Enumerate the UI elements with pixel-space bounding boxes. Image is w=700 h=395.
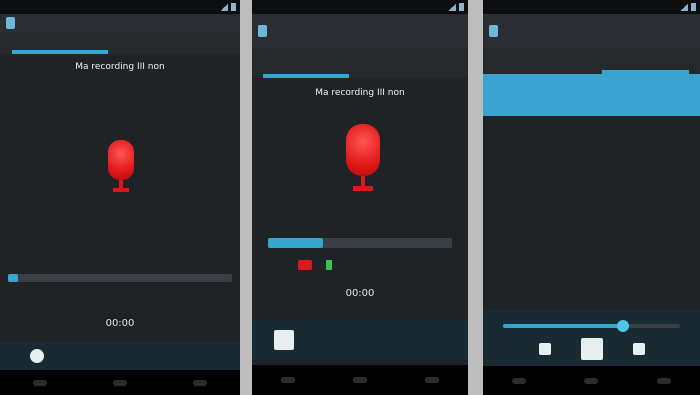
battery-icon xyxy=(231,3,236,11)
signal-icon xyxy=(220,3,228,11)
seek-knob[interactable] xyxy=(617,320,630,332)
tab-record[interactable] xyxy=(252,48,360,78)
level-meter-fill xyxy=(8,274,18,282)
status-bar xyxy=(0,0,240,14)
back-key-icon[interactable] xyxy=(33,379,47,386)
recording-progress-fill xyxy=(268,238,324,248)
status-indicators xyxy=(298,260,332,270)
tab-record[interactable] xyxy=(0,32,120,54)
action-bar xyxy=(483,14,700,48)
nav-bar xyxy=(252,365,468,395)
record-button[interactable] xyxy=(274,330,299,350)
recordings-list-screen xyxy=(483,0,700,395)
microphone-icon xyxy=(346,124,380,196)
microphone-icon xyxy=(108,140,134,196)
tab-bar xyxy=(0,32,240,54)
recorder-screen-2: Ma recording III non 00:00 xyxy=(252,0,468,395)
status-bar xyxy=(252,0,468,14)
back-key-icon[interactable] xyxy=(512,377,527,384)
player-controls xyxy=(483,338,700,360)
previous-icon[interactable] xyxy=(538,343,551,355)
next-icon[interactable] xyxy=(632,343,645,355)
list-item[interactable] xyxy=(483,74,700,116)
tab-list[interactable] xyxy=(360,48,468,78)
level-meter xyxy=(8,274,232,282)
tab-list[interactable] xyxy=(592,48,700,74)
record-icon xyxy=(30,349,44,363)
action-bar xyxy=(252,14,468,48)
bottom-action-bar xyxy=(252,320,468,360)
status-bar xyxy=(483,0,700,14)
player-panel xyxy=(483,310,700,366)
seek-bar-fill xyxy=(503,324,624,328)
signal-icon xyxy=(680,3,688,11)
recents-key-icon[interactable] xyxy=(425,377,439,383)
record-indicator-icon xyxy=(298,260,312,270)
app-icon xyxy=(258,25,267,37)
play-pause-icon[interactable] xyxy=(580,338,603,360)
action-bar xyxy=(0,14,240,32)
recording-progress-bar xyxy=(268,238,452,248)
signal-icon xyxy=(448,3,456,11)
tab-record[interactable] xyxy=(483,48,592,74)
bottom-action-bar xyxy=(0,342,240,370)
record-icon xyxy=(274,330,294,350)
recents-key-icon[interactable] xyxy=(656,377,671,384)
list-item[interactable] xyxy=(483,120,700,158)
back-key-icon[interactable] xyxy=(281,377,295,383)
app-icon xyxy=(489,25,498,37)
app-icon xyxy=(6,17,15,29)
tab-bar xyxy=(252,48,468,78)
battery-icon xyxy=(691,3,696,11)
timer: 00:00 xyxy=(105,318,135,329)
battery-icon xyxy=(459,3,464,11)
seek-bar[interactable] xyxy=(503,320,680,332)
list-item[interactable] xyxy=(483,160,700,198)
home-key-icon[interactable] xyxy=(113,379,127,386)
nav-bar xyxy=(0,370,240,395)
tab-bar xyxy=(483,48,700,74)
nav-bar xyxy=(483,366,700,395)
tab-list[interactable] xyxy=(120,32,240,54)
recents-key-icon[interactable] xyxy=(193,379,207,386)
recording-heading: Ma recording III non xyxy=(315,88,405,98)
home-key-icon[interactable] xyxy=(584,377,599,384)
home-key-icon[interactable] xyxy=(353,377,367,383)
ok-indicator-icon xyxy=(326,260,332,270)
record-button[interactable] xyxy=(30,349,49,363)
recorder-screen-1: Ma recording III non 00:00 xyxy=(0,0,240,395)
timer: 00:00 xyxy=(345,288,375,299)
recording-heading: Ma recording III non xyxy=(75,62,165,72)
